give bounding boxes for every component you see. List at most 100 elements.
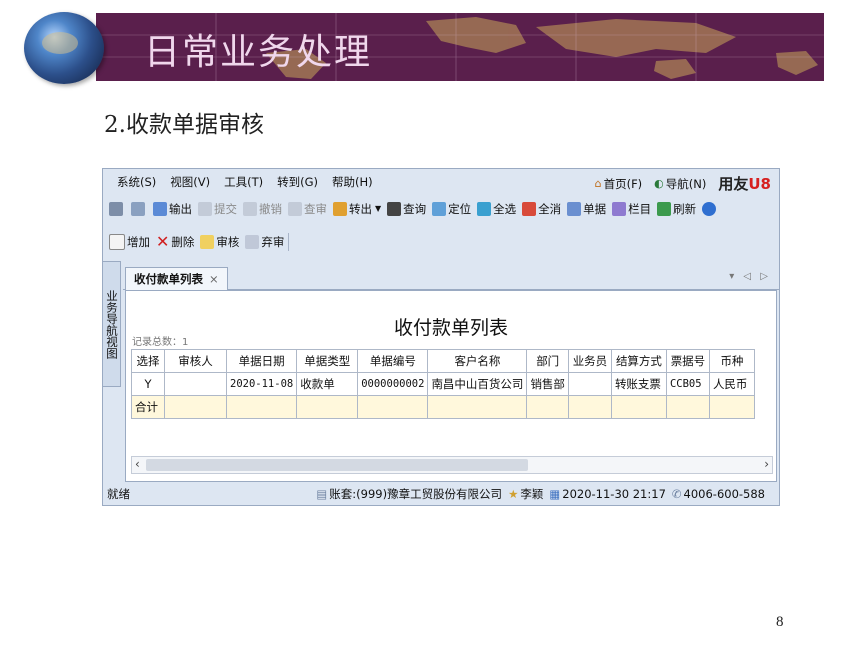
navigation-icon[interactable]: ◐ [654,177,664,190]
selected-cell[interactable] [225,395,298,419]
menu-help[interactable]: 帮助(H) [332,174,373,190]
toolbar-divider [288,232,290,251]
query-button[interactable]: 查询 [387,201,426,217]
columns-button[interactable]: 栏目 [612,201,651,217]
help-icon [702,201,717,216]
status-info: ▤ 账套:(999)豫章工贸股份有限公司 ★ 李颖 ▦ 2020-11-30 2… [310,486,765,502]
menu-bar: 系统(S) 视图(V) 工具(T) 转到(G) 帮助(H) ⌂ 首页(F) ◐ … [103,169,779,195]
menu-goto[interactable]: 转到(G) [277,174,318,190]
scrollbar-thumb[interactable] [146,459,528,471]
deselect-all-icon [522,201,537,216]
cell-department: 销售部 [526,372,569,396]
close-icon[interactable]: × [209,272,219,286]
tab-receipt-list[interactable]: 收付款单列表 × [125,267,228,291]
slide-subtitle: 2.收款单据审核 [104,112,264,138]
binoculars-icon [387,201,402,216]
scroll-right-icon[interactable]: › [764,457,769,471]
total-cell [164,395,227,419]
navigation-link[interactable]: 导航(N) [666,176,707,192]
total-row: 合计 [131,395,755,419]
cell-date: 2020-11-08 [225,372,298,396]
total-cell [296,395,359,419]
home-link[interactable]: 首页(F) [604,176,643,192]
total-cell [665,395,710,419]
add-icon [109,233,125,250]
page-number: 8 [776,614,784,630]
title-banner: 日常业务处理 [96,13,824,81]
col-header-customer[interactable]: 客户名称 [427,349,528,373]
total-cell [427,395,528,419]
total-cell [708,395,755,419]
col-header-currency[interactable]: 币种 [708,349,755,373]
transfer-out-button[interactable]: 转出 ▼ [333,201,381,217]
business-nav-panel-toggle[interactable]: 业务导航视图 [103,261,121,387]
scroll-left-icon[interactable]: ‹ [135,457,140,471]
document-button[interactable]: 单据 [567,201,606,217]
refresh-button[interactable]: 刷新 [657,201,696,217]
undo-button[interactable]: 撤销 [243,201,282,217]
cell-salesperson [567,372,612,396]
col-header-type[interactable]: 单据类型 [296,349,359,373]
cell-select[interactable]: Y [131,372,165,396]
col-header-settlement[interactable]: 结算方式 [610,349,667,373]
list-title: 收付款单列表 [393,317,508,339]
home-icon[interactable]: ⌂ [595,177,602,190]
total-cell [357,395,429,419]
help-button[interactable] [702,201,718,216]
cell-settlement: 转账支票 [610,372,667,396]
cell-number: 0000000002 [357,372,429,396]
calendar-icon: ▦ [549,487,561,501]
refresh-icon [657,201,672,216]
phone-icon: ✆ [671,487,682,501]
cell-currency: 人民币 [708,372,755,396]
col-header-department[interactable]: 部门 [526,349,569,373]
main-toolbar: 输出 提交 撤销 查审 转出 ▼ 查询 定位 全选 全消 单据 栏目 刷新 [103,195,718,222]
col-header-auditor[interactable]: 审核人 [164,349,227,373]
deselect-all-button[interactable]: 全消 [522,201,561,217]
export-button[interactable]: 输出 [153,201,192,217]
add-button[interactable]: 增加 [109,233,150,250]
locate-button[interactable]: 定位 [432,201,471,217]
status-datetime: 2020-11-30 21:17 [562,487,666,501]
tab-nav-arrows[interactable]: ▾ ◁ ▷ [729,271,771,282]
audit-button[interactable]: 审核 [200,234,239,250]
check-audit-button[interactable]: 查审 [288,201,327,217]
brand-logo-suffix: U8 [748,174,771,193]
check-audit-icon [288,201,302,216]
col-header-number[interactable]: 单据编号 [357,349,429,373]
list-panel: 收付款单列表 记录总数：1 选择 审核人 单据日期 单据类型 单据编号 客户名称… [125,290,777,482]
tab-strip: 收付款单列表 × ▾ ◁ ▷ [123,267,779,291]
table-row[interactable]: Y 2020-11-08 收款单 0000000002 南昌中山百货公司 销售部… [131,372,755,396]
columns-icon [612,201,627,216]
preview-button[interactable] [131,201,147,216]
export-icon [153,201,167,216]
menu-tools[interactable]: 工具(T) [224,174,263,190]
total-cell [610,395,667,419]
document-icon [567,201,582,216]
col-header-date[interactable]: 单据日期 [225,349,298,373]
chevron-down-icon[interactable]: ▼ [375,204,381,213]
preview-icon [131,201,145,216]
print-button[interactable] [109,201,125,216]
horizontal-scrollbar[interactable]: ‹ › [131,456,773,474]
status-account: 账套:(999)豫章工贸股份有限公司 [329,487,503,501]
menu-system[interactable]: 系统(S) [117,174,156,190]
locate-icon [432,201,447,216]
menu-view[interactable]: 视图(V) [170,174,210,190]
col-header-salesperson[interactable]: 业务员 [567,349,612,373]
select-all-button[interactable]: 全选 [477,201,516,217]
col-header-note-number[interactable]: 票据号 [665,349,710,373]
status-ready: 就绪 [107,486,130,501]
total-label: 合计 [131,395,165,419]
abandon-audit-button[interactable]: 弃审 [245,234,284,250]
print-icon [109,201,123,216]
submit-button[interactable]: 提交 [198,201,237,217]
total-cell [567,395,612,419]
col-header-select[interactable]: 选择 [131,349,165,373]
app-window: 系统(S) 视图(V) 工具(T) 转到(G) 帮助(H) ⌂ 首页(F) ◐ … [102,168,780,506]
cell-type: 收款单 [296,372,359,396]
delete-button[interactable]: ✕ 删除 [156,232,194,251]
status-bar: 就绪 ▤ 账套:(999)豫章工贸股份有限公司 ★ 李颖 ▦ 2020-11-3… [103,482,779,505]
receipt-table: 选择 审核人 单据日期 单据类型 单据编号 客户名称 部门 业务员 结算方式 票… [131,349,755,419]
cell-auditor [164,372,227,396]
